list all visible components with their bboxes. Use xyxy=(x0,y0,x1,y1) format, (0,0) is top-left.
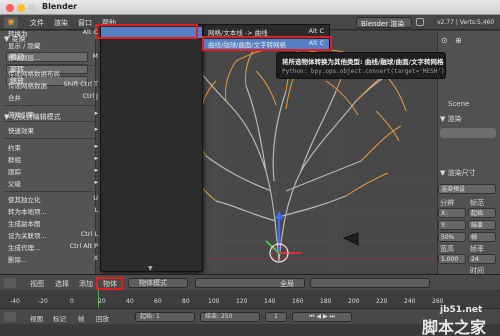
timeline-editor-icon[interactable] xyxy=(4,312,16,322)
tooltip-description: 将所选物体转换为其他类型: 曲线/融球/曲面/文字转网格 xyxy=(282,58,444,66)
menu-item-transfer-data[interactable]: 传递网格数据 Shift Ctrl T xyxy=(8,80,100,90)
editor-type-icon[interactable]: ◉ xyxy=(4,17,18,28)
res-x-field[interactable]: X: xyxy=(438,208,466,218)
menu-item-parent[interactable]: 父级 ▸ xyxy=(8,178,100,188)
tooltip-python: Python: bpy.ops.object.convert(target='M… xyxy=(282,68,445,75)
3d-view-header: 视图 选择 添加 物体 物体模式 全局 xyxy=(0,274,500,290)
menu-item-make-local[interactable]: 转为本地项... L xyxy=(8,206,100,216)
convert-highlight-box xyxy=(95,24,198,39)
menu-window[interactable]: 窗口 xyxy=(78,18,92,28)
render-button[interactable] xyxy=(440,128,496,138)
menu-separator xyxy=(4,65,99,66)
watermark-brand: 脚本之家 xyxy=(422,318,487,336)
current-frame-input[interactable]: 1 xyxy=(265,312,287,322)
frame-step-field[interactable]: 帧 xyxy=(468,232,496,242)
aspect-x-field[interactable]: 1.000 xyxy=(438,254,466,264)
menu-item-move-to-layer[interactable]: 移动到层... M xyxy=(8,52,100,62)
menu-item-track[interactable]: 跟踪 ▸ xyxy=(8,166,100,176)
res-y-field[interactable]: Y: xyxy=(438,220,466,230)
menu-item-make-links[interactable]: 设为关联项... Ctrl L xyxy=(8,230,100,240)
menu-item-make-single[interactable]: 使其独立化 U xyxy=(8,194,100,204)
render-props-icon[interactable]: ⊙ xyxy=(441,36,448,45)
menu-object[interactable]: 物体 xyxy=(103,279,117,289)
layer-buttons[interactable] xyxy=(310,278,430,288)
mesh-highlight-box xyxy=(202,36,332,51)
minimize-window-button[interactable] xyxy=(17,4,25,12)
menu-item-quick-effects[interactable]: 快速效果 ▸ xyxy=(8,125,100,135)
menu-item-constraints[interactable]: 约束 ▸ xyxy=(8,142,100,152)
orientation-select[interactable]: 全局 xyxy=(280,279,294,289)
object-menu xyxy=(100,24,203,272)
start-frame-field[interactable]: 起始 xyxy=(468,208,496,218)
render-size-header[interactable]: ▼ 渲染尺寸 xyxy=(440,168,476,178)
resolution-label: 分辨 xyxy=(440,199,454,207)
close-window-button[interactable] xyxy=(6,4,14,12)
menu-item-transfer-layout[interactable]: 传递网格数据布局 xyxy=(8,68,100,78)
menu-add[interactable]: 添加 xyxy=(79,279,93,289)
menu-item-show-hide[interactable]: 显示 / 隐藏 xyxy=(8,40,100,50)
render-section-header[interactable]: ▼ 渲染 xyxy=(440,114,462,124)
aspect-label: 宽高 xyxy=(440,245,454,253)
zoom-window-button[interactable] xyxy=(28,4,36,12)
end-frame-field[interactable]: 结束 xyxy=(468,220,496,230)
menu-separator xyxy=(4,121,99,122)
timeline-menu-playback[interactable]: 回放 xyxy=(96,313,109,323)
menu-item-group[interactable]: 群组 ▸ xyxy=(8,154,100,164)
timeline-menu-view[interactable]: 视图 xyxy=(30,313,43,323)
render-engine-select[interactable]: Blender 渲染 xyxy=(356,17,412,28)
timeline-ruler: -40 -20 0 20 40 60 80 100 120 140 160 18… xyxy=(10,298,444,305)
scene-stats: v2.77 | Verts:5,460 xyxy=(437,19,495,26)
frame-rate-label: 帧率 xyxy=(470,245,484,253)
menu-item-duplicates[interactable]: 生成副本图 xyxy=(8,218,100,228)
viewport-editor-icon[interactable] xyxy=(4,278,16,288)
render-preset-select[interactable]: 渲染预设 xyxy=(438,184,496,194)
menu-item-game-engine[interactable]: 游戏引擎 ▸ xyxy=(8,109,100,119)
res-percent-field[interactable]: 50% xyxy=(438,232,466,242)
menu-item-convert[interactable]: 转换为 Alt C xyxy=(8,28,100,38)
menu-separator xyxy=(4,105,99,106)
menu-file[interactable]: 文件 xyxy=(30,18,44,28)
menu-view[interactable]: 视图 xyxy=(30,279,44,289)
menu-item-delete[interactable]: 删除... X xyxy=(8,254,100,264)
tooltip: 将所选物体转换为其他类型: 曲线/融球/曲面/文字转网格 Python: bpy… xyxy=(276,52,446,79)
menu-separator xyxy=(4,191,99,192)
timeline-menu-frame[interactable]: 帧 xyxy=(78,313,85,323)
menu-item-join[interactable]: 合并 Ctrl J xyxy=(8,92,100,102)
menu-separator xyxy=(4,138,99,139)
title-bar: Blender xyxy=(0,0,500,15)
menu-scroll-down-icon[interactable]: ▼ xyxy=(148,265,153,272)
window-title: Blender xyxy=(42,2,78,11)
menu-item-make-proxy[interactable]: 生成代理... Ctrl Alt P xyxy=(8,242,100,252)
fps-select[interactable]: 24 xyxy=(468,254,496,264)
menu-select[interactable]: 选择 xyxy=(55,279,69,289)
frame-range-label: 帧范 xyxy=(470,199,484,207)
timeline-menu-marker[interactable]: 标记 xyxy=(53,313,66,323)
blender-icon xyxy=(416,18,424,26)
mode-select[interactable]: 物体模式 xyxy=(128,278,188,288)
scene-label: Scene xyxy=(448,100,470,108)
start-frame-input[interactable]: 起始: 1 xyxy=(135,312,195,322)
scene-props-icon[interactable]: ⊕ xyxy=(455,36,462,45)
playback-controls[interactable]: ⏮ ◀ ▶ ⏭ xyxy=(292,312,352,322)
end-frame-input[interactable]: 结束: 250 xyxy=(200,312,260,322)
menu-render[interactable]: 渲染 xyxy=(54,18,68,28)
